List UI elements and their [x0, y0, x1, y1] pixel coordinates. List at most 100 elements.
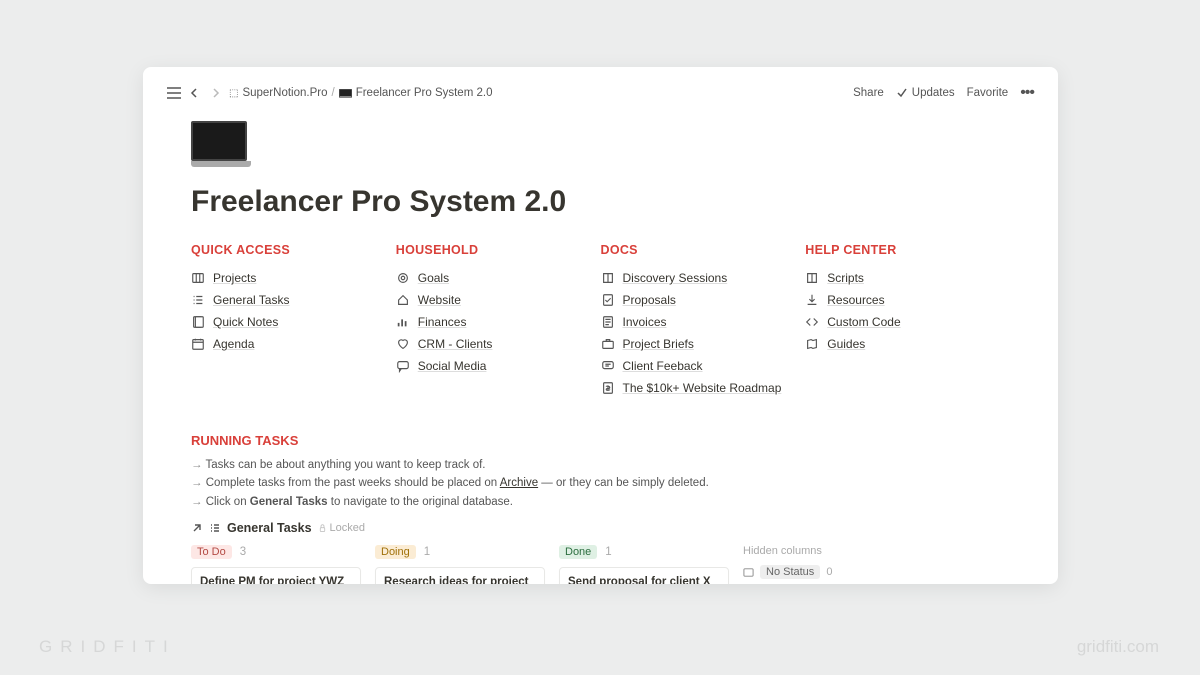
column-header[interactable]: Doing1 [375, 545, 545, 559]
briefcase-icon [601, 337, 615, 351]
link-item[interactable]: Agenda [191, 333, 396, 355]
status-pill: Done [559, 545, 597, 559]
kanban-board: To Do 3 Define PM for project YWZ Felipe … [191, 545, 1010, 584]
back-icon[interactable] [189, 87, 201, 99]
locked-indicator: Locked [318, 522, 365, 534]
link-label: Project Briefs [623, 337, 694, 351]
workspace-icon: ⬚ [229, 88, 238, 99]
breadcrumb-page[interactable]: Freelancer Pro System 2.0 [356, 87, 493, 99]
link-label: Custom Code [827, 315, 900, 329]
target-icon [396, 271, 410, 285]
link-column: HELP CENTERScriptsResourcesCustom CodeGu… [805, 243, 1010, 399]
link-item[interactable]: Proposals [601, 289, 806, 311]
card-title: Research ideas for project ZZ [384, 576, 536, 584]
status-pill: To Do [191, 545, 232, 559]
board-column: To Do 3 Define PM for project YWZ Felipe … [191, 545, 361, 584]
breadcrumb[interactable]: ⬚ SuperNotion.Pro / Freelancer Pro Syste… [229, 87, 492, 99]
board-icon [191, 271, 205, 285]
book-icon [601, 271, 615, 285]
column-heading: QUICK ACCESS [191, 243, 396, 257]
link-item[interactable]: Resources [805, 289, 1010, 311]
link-label: CRM - Clients [418, 337, 493, 351]
card-title: Define PM for project YWZ [200, 576, 352, 584]
link-item[interactable]: Quick Notes [191, 311, 396, 333]
link-item[interactable]: Scripts [805, 267, 1010, 289]
link-label: General Tasks [213, 293, 289, 307]
hint-line: → Complete tasks from the past weeks sho… [191, 474, 1010, 492]
link-column: HOUSEHOLD Goals Website Finances CRM - Clien… [396, 243, 601, 399]
receipt-icon [601, 315, 615, 329]
link-label: Website [418, 293, 461, 307]
link-item[interactable]: CRM - Clients [396, 333, 601, 355]
hamburger-icon[interactable] [167, 87, 181, 99]
watermark-right: gridfiti.com [1077, 637, 1159, 657]
link-label: The $10k+ Website Roadmap [623, 381, 782, 395]
link-label: Invoices [623, 315, 667, 329]
code-icon [805, 315, 819, 329]
topbar: ⬚ SuperNotion.Pro / Freelancer Pro Syste… [163, 77, 1038, 109]
card-title: Send proposal for client X [568, 576, 720, 584]
link-item[interactable]: Website [396, 289, 601, 311]
link-label: Goals [418, 271, 449, 285]
column-count: 3 [240, 546, 246, 558]
breadcrumb-workspace[interactable]: SuperNotion.Pro [242, 87, 327, 99]
doc-check-icon [601, 293, 615, 307]
forward-icon[interactable] [209, 87, 221, 99]
board-card[interactable]: Research ideas for project ZZ Felipe S. … [375, 567, 545, 584]
laptop-icon [339, 89, 352, 98]
home-icon [396, 293, 410, 307]
status-pill: No Status [760, 565, 820, 579]
arrow-out-icon [191, 522, 203, 534]
board-card[interactable]: Send proposal for client X Felipe S. Mar… [559, 567, 729, 584]
link-item[interactable]: Project Briefs [601, 333, 806, 355]
board-column: Done 1 Send proposal for client X Felipe … [559, 545, 729, 584]
link-label: Quick Notes [213, 315, 278, 329]
hidden-column-row[interactable]: No Status0 [743, 565, 832, 579]
column-header[interactable]: Done 1 [559, 545, 729, 559]
hint-line: → Click on General Tasks to navigate to … [191, 493, 1010, 511]
column-header[interactable]: To Do 3 [191, 545, 361, 559]
list-icon [191, 293, 205, 307]
link-item[interactable]: The $10k+ Website Roadmap [601, 377, 806, 399]
link-label: Social Media [418, 359, 487, 373]
watermark-left: GRIDFITI [39, 637, 176, 657]
link-item[interactable]: Social Media [396, 355, 601, 377]
download-icon [805, 293, 819, 307]
link-label: Proposals [623, 293, 676, 307]
link-item[interactable]: Custom Code [805, 311, 1010, 333]
feedback-icon [601, 359, 615, 373]
page-icon[interactable] [191, 121, 1010, 167]
calendar-icon [191, 337, 205, 351]
column-heading: DOCS [601, 243, 806, 257]
share-button[interactable]: Share [853, 87, 884, 99]
map-icon [805, 337, 819, 351]
linked-db-header[interactable]: General Tasks Locked [191, 521, 1010, 535]
link-column: QUICK ACCESS Projects General Tasks Quick N… [191, 243, 396, 399]
hint-line: → Tasks can be about anything you want t… [191, 456, 1010, 474]
board-card[interactable]: Define PM for project YWZ Felipe S. Mar … [191, 567, 361, 584]
link-label: Agenda [213, 337, 254, 351]
link-label: Guides [827, 337, 865, 351]
link-item[interactable]: Projects [191, 267, 396, 289]
link-item[interactable]: Invoices [601, 311, 806, 333]
link-label: Projects [213, 271, 256, 285]
column-heading: HOUSEHOLD [396, 243, 601, 257]
link-item[interactable]: General Tasks [191, 289, 396, 311]
link-item[interactable]: Client Feeback [601, 355, 806, 377]
heart-icon [396, 337, 410, 351]
link-item[interactable]: Goals [396, 267, 601, 289]
favorite-button[interactable]: Favorite [967, 87, 1009, 99]
link-item[interactable]: Discovery Sessions [601, 267, 806, 289]
link-item[interactable]: Guides [805, 333, 1010, 355]
updates-button[interactable]: Updates [896, 87, 955, 99]
dollar-icon [601, 381, 615, 395]
column-count: 1 [605, 546, 611, 558]
more-icon[interactable]: ••• [1020, 84, 1034, 102]
link-item[interactable]: Finances [396, 311, 601, 333]
column-count: 1 [424, 546, 430, 558]
link-label: Resources [827, 293, 884, 307]
list-icon [209, 522, 221, 534]
hidden-columns-label: Hidden columns [743, 545, 832, 557]
quick-links-columns: QUICK ACCESS Projects General Tasks Quick N… [191, 243, 1010, 399]
linked-db-title[interactable]: General Tasks [227, 521, 312, 535]
